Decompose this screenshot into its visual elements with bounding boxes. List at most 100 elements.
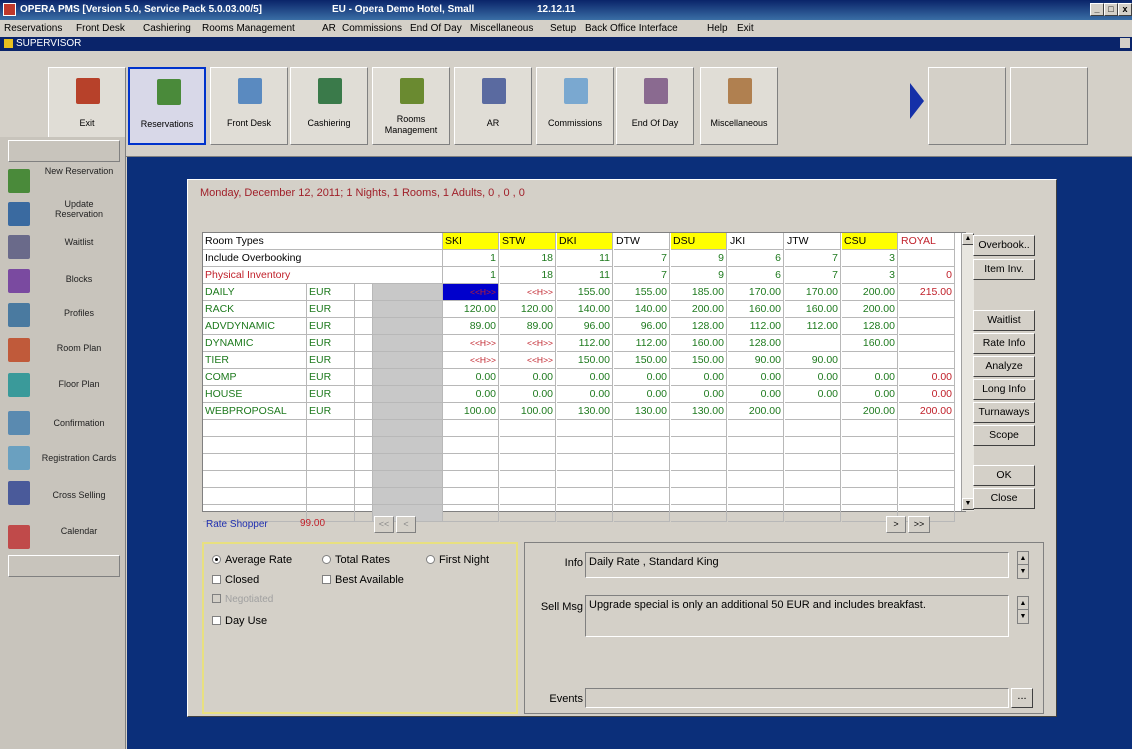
rate-code-cell[interactable]: RACK bbox=[203, 301, 307, 318]
toolbar-ar-button[interactable]: AR bbox=[454, 67, 532, 145]
overbook-button[interactable]: Overbook.. bbox=[973, 235, 1035, 256]
sidebar-item-cross-selling[interactable]: Cross Selling bbox=[0, 476, 124, 510]
rate-amount-cell[interactable]: 155.00 bbox=[614, 284, 670, 301]
rate-amount-cell[interactable] bbox=[899, 335, 955, 352]
rate-amount-cell[interactable]: 0.00 bbox=[728, 369, 784, 386]
rate-amount-cell[interactable]: 128.00 bbox=[728, 335, 784, 352]
room-type-column-header[interactable]: ROYAL bbox=[899, 233, 955, 250]
rate-amount-cell[interactable]: <<H>> bbox=[443, 335, 499, 352]
rate-amount-cell[interactable] bbox=[842, 352, 898, 369]
last-page-button[interactable]: >> bbox=[908, 516, 930, 533]
rate-code-cell[interactable]: ADVDYNAMIC bbox=[203, 318, 307, 335]
sidebar-item-confirmation[interactable]: Confirmation bbox=[0, 406, 124, 440]
rate-amount-cell[interactable]: 160.00 bbox=[671, 335, 727, 352]
menu-rooms-management[interactable]: Rooms Management bbox=[202, 23, 295, 34]
rate-amount-cell[interactable]: 128.00 bbox=[842, 318, 898, 335]
rate-amount-cell[interactable] bbox=[785, 403, 841, 420]
rate-amount-cell[interactable]: 130.00 bbox=[557, 403, 613, 420]
rate-amount-cell[interactable]: 0.00 bbox=[557, 369, 613, 386]
maximize-button[interactable]: □ bbox=[1104, 3, 1118, 16]
long-info-button[interactable]: Long Info bbox=[973, 379, 1035, 400]
minimize-button[interactable]: _ bbox=[1090, 3, 1104, 16]
menu-back-office-interface[interactable]: Back Office Interface bbox=[585, 23, 678, 34]
rate-amount-cell[interactable]: 215.00 bbox=[899, 284, 955, 301]
toolbar-rooms-management-button[interactable]: Rooms Management bbox=[372, 67, 450, 145]
room-type-column-header[interactable]: JTW bbox=[785, 233, 841, 250]
close-button[interactable]: Close bbox=[973, 488, 1035, 509]
sidebar-scroll-down-button[interactable] bbox=[8, 555, 120, 577]
toolbar-commissions-button[interactable]: Commissions bbox=[536, 67, 614, 145]
rate-amount-cell[interactable]: 0.00 bbox=[500, 369, 556, 386]
analyze-button[interactable]: Analyze bbox=[973, 356, 1035, 377]
rate-amount-cell[interactable]: 140.00 bbox=[614, 301, 670, 318]
scope-button[interactable]: Scope bbox=[973, 425, 1035, 446]
close-window-button[interactable]: x bbox=[1118, 3, 1132, 16]
rate-info-button[interactable]: Rate Info bbox=[973, 333, 1035, 354]
rate-amount-cell[interactable]: 130.00 bbox=[614, 403, 670, 420]
room-type-column-header[interactable]: DKI bbox=[557, 233, 613, 250]
rate-amount-cell[interactable]: 200.00 bbox=[728, 403, 784, 420]
rate-amount-cell[interactable] bbox=[899, 352, 955, 369]
up-arrow-icon[interactable]: ▲ bbox=[1018, 597, 1028, 610]
rate-amount-cell[interactable]: <<H>> bbox=[500, 352, 556, 369]
rate-amount-cell[interactable]: 155.00 bbox=[557, 284, 613, 301]
rate-amount-cell[interactable]: 170.00 bbox=[785, 284, 841, 301]
ok-button[interactable]: OK bbox=[973, 465, 1035, 486]
rate-code-cell[interactable]: COMP bbox=[203, 369, 307, 386]
best-available-checkbox[interactable]: Best Available bbox=[322, 574, 404, 586]
rate-amount-cell[interactable] bbox=[899, 318, 955, 335]
menu-end-of-day[interactable]: End Of Day bbox=[410, 23, 462, 34]
rate-amount-cell[interactable]: 112.00 bbox=[557, 335, 613, 352]
rate-amount-cell[interactable]: 0.00 bbox=[785, 386, 841, 403]
turnaways-button[interactable]: Turnaways bbox=[973, 402, 1035, 423]
room-type-column-header[interactable]: DTW bbox=[614, 233, 670, 250]
rate-amount-cell[interactable]: <<H>> bbox=[443, 284, 499, 301]
menu-help[interactable]: Help bbox=[707, 23, 728, 34]
sidebar-item-blocks[interactable]: Blocks bbox=[0, 264, 124, 298]
rate-code-cell[interactable]: WEBPROPOSAL bbox=[203, 403, 307, 420]
rate-amount-cell[interactable]: <<H>> bbox=[443, 352, 499, 369]
rate-amount-cell[interactable]: 128.00 bbox=[671, 318, 727, 335]
closed-checkbox[interactable]: Closed bbox=[212, 574, 259, 586]
rate-amount-cell[interactable]: 120.00 bbox=[500, 301, 556, 318]
first-night-radio[interactable]: First Night bbox=[426, 554, 489, 566]
rate-amount-cell[interactable]: 112.00 bbox=[614, 335, 670, 352]
rate-amount-cell[interactable]: 112.00 bbox=[728, 318, 784, 335]
menu-setup[interactable]: Setup bbox=[550, 23, 576, 34]
rate-amount-cell[interactable]: 0.00 bbox=[842, 386, 898, 403]
toolbar-next-arrow-icon[interactable] bbox=[910, 83, 924, 119]
room-type-column-header[interactable]: JKI bbox=[728, 233, 784, 250]
rate-amount-cell[interactable]: 0.00 bbox=[671, 386, 727, 403]
info-spin[interactable]: ▲ ▼ bbox=[1017, 551, 1029, 579]
rate-amount-cell[interactable]: <<H>> bbox=[500, 335, 556, 352]
rate-code-cell[interactable]: TIER bbox=[203, 352, 307, 369]
rate-amount-cell[interactable]: 150.00 bbox=[671, 352, 727, 369]
sidebar-item-profiles[interactable]: Profiles bbox=[0, 298, 124, 332]
rate-amount-cell[interactable]: 89.00 bbox=[500, 318, 556, 335]
toolbar-cashiering-button[interactable]: Cashiering bbox=[290, 67, 368, 145]
rate-amount-cell[interactable]: 160.00 bbox=[728, 301, 784, 318]
rate-amount-cell[interactable]: 0.00 bbox=[443, 386, 499, 403]
room-type-column-header[interactable]: CSU bbox=[842, 233, 898, 250]
menu-commissions[interactable]: Commissions bbox=[342, 23, 402, 34]
rate-amount-cell[interactable]: 0.00 bbox=[899, 386, 955, 403]
rate-amount-cell[interactable]: 0.00 bbox=[500, 386, 556, 403]
rate-amount-cell[interactable]: 0.00 bbox=[443, 369, 499, 386]
rate-amount-cell[interactable]: 120.00 bbox=[443, 301, 499, 318]
sidebar-item-floor-plan[interactable]: Floor Plan bbox=[0, 368, 124, 402]
rate-amount-cell[interactable]: 200.00 bbox=[842, 301, 898, 318]
menu-front-desk[interactable]: Front Desk bbox=[76, 23, 125, 34]
rate-amount-cell[interactable]: 0.00 bbox=[671, 369, 727, 386]
waitlist-button[interactable]: Waitlist bbox=[973, 310, 1035, 331]
rate-amount-cell[interactable]: 90.00 bbox=[785, 352, 841, 369]
rate-amount-cell[interactable]: 0.00 bbox=[614, 369, 670, 386]
average-rate-radio[interactable]: Average Rate bbox=[212, 554, 292, 566]
toolbar-exit-button[interactable]: Exit bbox=[48, 67, 126, 145]
room-type-column-header[interactable]: SKI bbox=[443, 233, 499, 250]
sidebar-item-update-reservation[interactable]: Update Reservation bbox=[0, 197, 124, 231]
sidebar-item-waitlist[interactable]: Waitlist bbox=[0, 230, 124, 264]
toolbar-end-of-day-button[interactable]: End Of Day bbox=[616, 67, 694, 145]
sidebar-item-new-reservation[interactable]: New Reservation bbox=[0, 164, 124, 198]
rate-amount-cell[interactable]: <<H>> bbox=[500, 284, 556, 301]
rate-amount-cell[interactable] bbox=[899, 301, 955, 318]
